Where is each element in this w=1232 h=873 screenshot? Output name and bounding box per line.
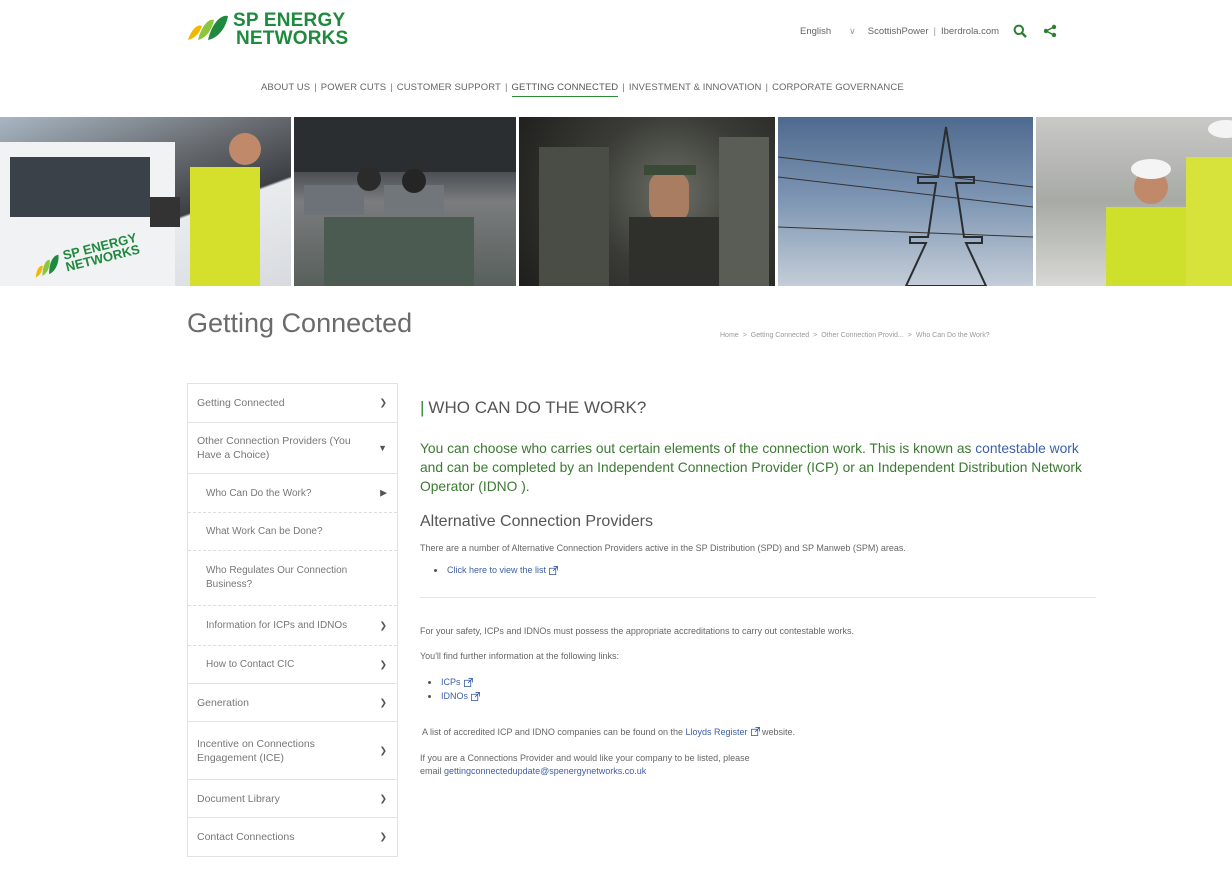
accreditation-links-list: ICPs IDNOs [428,675,1096,703]
sidebar-item-who-can-do-the-work[interactable]: Who Can Do the Work? ▶ [188,474,397,513]
nav-customer-support[interactable]: CUSTOMER SUPPORT [397,82,501,97]
sidebar-item-label: How to Contact CIC [206,659,295,670]
banner-image-substation-worker [519,117,775,286]
sidebar-item-info-icps-idnos[interactable]: Information for ICPs and IDNOs ❯ [188,606,397,646]
chevron-down-icon: ❯ [379,793,387,803]
chevron-down-icon: ❯ [379,745,387,755]
providers-paragraph: There are a number of Alternative Connec… [420,543,906,553]
sidebar-item-label: Other Connection Providers (You Have a C… [197,435,351,461]
list-item: ICPs [428,675,1096,689]
section-heading: | WHO CAN DO THE WORK? [420,398,1096,418]
sidebar-item-contact-connections[interactable]: Contact Connections ❯ [188,818,397,856]
lloyds-paragraph: A list of accredited ICP and IDNO compan… [422,727,1096,737]
chevron-down-icon: ❯ [379,831,387,842]
scottishpower-link[interactable]: ScottishPower [868,26,929,37]
external-link-icon [549,565,559,575]
sidebar-item-label: Who Can Do the Work? [206,487,312,499]
nav-about-us[interactable]: ABOUT US [261,82,310,97]
sidebar-item-label: Contact Connections [197,831,295,843]
lead-paragraph: You can choose who carries out certain e… [420,439,1096,496]
lloyds-text-1: A list of accredited ICP and IDNO compan… [422,727,686,737]
bullet [428,680,431,684]
view-list-link[interactable]: Click here to view the list [447,565,546,575]
divider: | [933,25,936,37]
list-item: Click here to view the list [434,565,1096,575]
breadcrumb: Home > Getting Connected > Other Connectio… [720,332,990,339]
sidebar-item-label: Information for ICPs and IDNOs [206,620,348,631]
heading-text: WHO CAN DO THE WORK? [428,398,647,417]
banner-image-control-room [294,117,516,286]
provider-text-1: If you are a Connections Provider and wo… [420,753,750,763]
provider-text-2: email [420,766,445,776]
idnos-link[interactable]: IDNOs [441,689,468,703]
heading-accent-bar: | [420,398,425,417]
sidebar-item-generation[interactable]: Generation ❯ [188,684,397,722]
sidebar-item-label: Document Library [197,792,280,805]
nav-power-cuts[interactable]: POWER CUTS [321,82,386,97]
sidebar-item-how-to-contact-cic[interactable]: How to Contact CIC ❯ [188,646,397,684]
external-link-icon [471,691,480,701]
breadcrumb-other-providers[interactable]: Other Connection Provid... [821,332,904,339]
sidebar-item-label: Incentive on Connections Engagement (ICE… [197,737,315,764]
sidebar-item-other-connection-providers[interactable]: Other Connection Providers (You Have a C… [188,423,397,474]
nav-corporate-governance[interactable]: CORPORATE GOVERNANCE [772,82,904,97]
banner-image-engineers-hard-hats [1036,117,1232,286]
language-label: English [800,25,832,37]
further-info-paragraph: You'll find further information at the f… [420,651,619,661]
share-icon[interactable] [1041,22,1059,40]
search-icon[interactable] [1011,22,1029,40]
caret-down-icon: ▼ [378,443,387,453]
chevron-down-icon: ❯ [379,397,387,408]
safety-paragraph: For your safety, ICPs and IDNOs must pos… [420,626,855,636]
bullet [428,694,431,698]
sidebar-item-label: Who Regulates Our Connection Business? [206,565,348,590]
logo-leaves-icon [188,15,228,40]
breadcrumb-getting-connected[interactable]: Getting Connected [751,332,809,339]
page-title: Getting Connected [187,308,413,338]
subheading: Alternative Connection Providers [420,513,654,530]
providers-list: Click here to view the list [434,565,1096,575]
site-header: SP ENERGY NETWORKS English ∨ ScottishPow… [0,0,1232,117]
breadcrumb-current: Who Can Do the Work? [915,332,990,339]
chevron-down-icon: ∨ [849,25,856,36]
logo-text-line2: NETWORKS [236,28,349,49]
external-link-icon [750,727,760,736]
breadcrumb-home[interactable]: Home [720,332,739,339]
main-content: | WHO CAN DO THE WORK? You can choose wh… [420,398,1096,778]
nav-investment-innovation[interactable]: INVESTMENT & INNOVATION [629,82,762,97]
lloyds-register-link[interactable]: Lloyds Register [686,727,748,737]
banner-image-pylon [778,117,1033,286]
nav-getting-connected[interactable]: GETTING CONNECTED [511,82,619,97]
external-link-icon [463,677,473,687]
sidebar-item-label: Getting Connected [197,397,285,409]
sidebar-item-getting-connected[interactable]: Getting Connected ❯ [188,384,397,423]
hero-banner: SP ENERGY NETWORKS [0,117,1232,286]
chevron-down-icon: ❯ [379,620,387,630]
lead-text-2: and can be completed by an Independent C… [420,460,1082,494]
language-select[interactable]: English ∨ [800,26,856,37]
icps-link[interactable]: ICPs [441,675,461,689]
sidebar-item-ice[interactable]: Incentive on Connections Engagement (ICE… [188,722,397,780]
divider [420,597,1096,598]
caret-right-icon: ▶ [380,487,387,498]
sidebar-item-label: What Work Can be Done? [206,526,323,537]
lloyds-text-2: website. [759,727,796,737]
iberdrola-link[interactable]: Iberdrola.com [941,26,999,37]
sidebar-item-who-regulates[interactable]: Who Regulates Our Connection Business? [188,551,397,606]
connections-provider-paragraph: If you are a Connections Provider and wo… [420,752,1096,778]
chevron-down-icon: ❯ [379,659,387,669]
bullet [434,568,437,572]
lead-text-1: You can choose who carries out certain e… [420,441,976,456]
site-logo[interactable]: SP ENERGY NETWORKS [186,11,349,49]
sidebar-item-what-work-can-be-done[interactable]: What Work Can be Done? [188,513,397,551]
sidebar-nav: Getting Connected ❯ Other Connection Pro… [187,383,398,857]
contestable-work-link[interactable]: contestable work [975,441,1079,456]
chevron-down-icon: ❯ [379,697,387,707]
main-nav: ABOUT US | POWER CUTS | CUSTOMER SUPPORT | … [261,82,904,97]
sidebar-item-document-library[interactable]: Document Library ❯ [188,780,397,818]
list-item: IDNOs [428,689,1096,703]
banner-image-van-engineer: SP ENERGY NETWORKS [0,117,291,286]
sidebar-item-label: Generation [197,696,249,709]
email-link[interactable]: gettingconnectedupdate@spenergynetworks.… [444,766,646,776]
